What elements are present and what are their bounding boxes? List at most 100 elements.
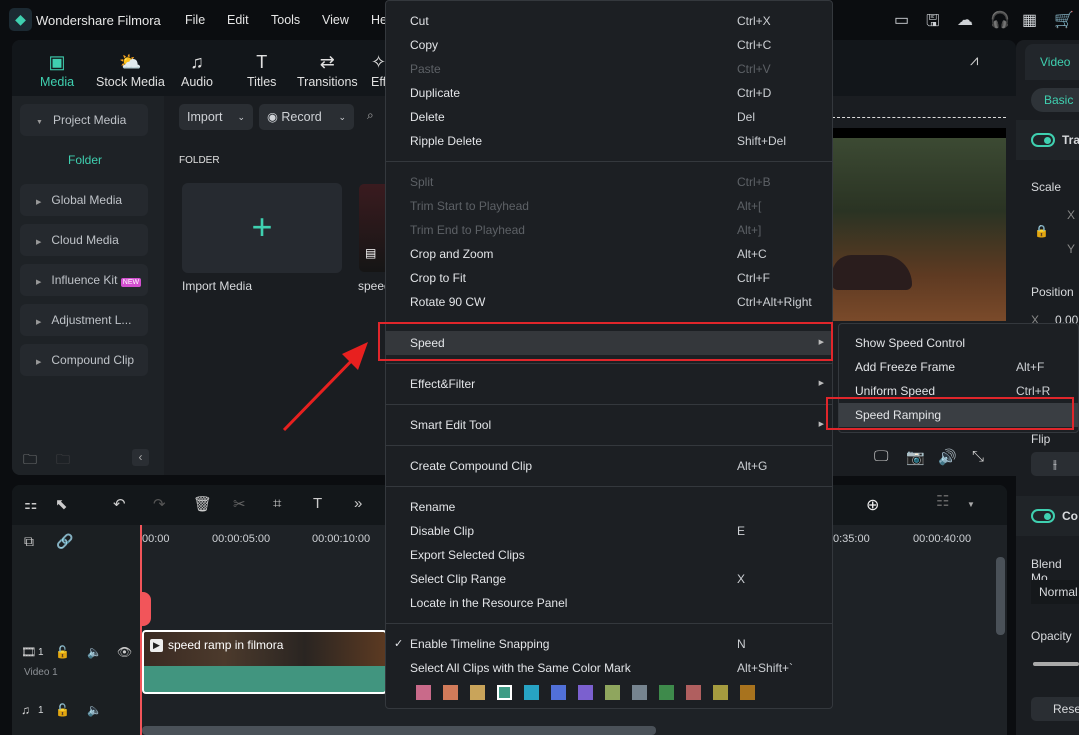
color-mark-swatch[interactable] bbox=[416, 684, 431, 700]
menu-item-crop-to-fit[interactable]: Crop to Fit Ctrl+F bbox=[386, 266, 832, 290]
color-mark-swatch[interactable] bbox=[443, 684, 458, 700]
search-icon[interactable]: ⌕ bbox=[367, 108, 374, 123]
tab-audio[interactable]: ♫ Audio bbox=[181, 52, 213, 89]
menu-item-cut[interactable]: Cut Ctrl+X bbox=[386, 9, 832, 33]
menu-item-ripple-delete[interactable]: Ripple Delete Shift+Del bbox=[386, 129, 832, 153]
mute-icon[interactable]: 🔈 bbox=[87, 703, 102, 717]
color-mark-swatch[interactable] bbox=[740, 684, 755, 700]
lock-track-icon[interactable]: 🔓 bbox=[55, 703, 70, 717]
sidebar-item-influence-kit[interactable]: ▶ Influence Kit NEW bbox=[20, 264, 148, 296]
folder-icon[interactable]: 🗀 bbox=[56, 449, 70, 473]
delete-icon[interactable]: 🗑 bbox=[193, 495, 212, 513]
tab-video[interactable]: Video bbox=[1025, 44, 1079, 80]
crop-icon[interactable]: ⌗ bbox=[273, 495, 281, 512]
save-icon[interactable]: 🖫 bbox=[926, 10, 940, 37]
snapshot-icon[interactable]: 📷 bbox=[906, 448, 925, 466]
playhead[interactable] bbox=[140, 525, 142, 735]
menu-item-delete[interactable]: Delete Del bbox=[386, 105, 832, 129]
more-tools-icon[interactable]: » bbox=[354, 495, 362, 512]
lock-icon[interactable]: 🔒 bbox=[1034, 224, 1049, 238]
timeline-clip[interactable]: ▶ speed ramp in filmora bbox=[142, 630, 387, 694]
display-icon[interactable]: 🖵 bbox=[874, 448, 888, 465]
menu-item-split[interactable]: Split Ctrl+B bbox=[386, 170, 832, 194]
waveform-icon[interactable]: ⩘ bbox=[970, 52, 978, 69]
menu-item-select-all-clips-with-the-same-color-mark[interactable]: Select All Clips with the Same Color Mar… bbox=[386, 656, 832, 680]
layout-icon[interactable]: ▭ bbox=[894, 10, 909, 30]
color-mark-swatch[interactable] bbox=[578, 684, 593, 700]
tab-effects[interactable]: ✧ Eff bbox=[371, 52, 386, 89]
audio-meter-icon[interactable]: ☷ bbox=[936, 492, 949, 510]
scissors-icon[interactable]: ✂ bbox=[233, 495, 246, 513]
menu-item-copy[interactable]: Copy Ctrl+C bbox=[386, 33, 832, 57]
eye-icon[interactable]: 👁 bbox=[117, 645, 132, 659]
color-mark-swatch[interactable] bbox=[686, 684, 701, 700]
dropdown-icon[interactable]: ▼ bbox=[967, 500, 975, 509]
tab-stock-media[interactable]: ⛅ Stock Media bbox=[96, 52, 165, 89]
compositing-toggle[interactable] bbox=[1031, 509, 1055, 523]
collapse-sidebar-button[interactable]: ‹ bbox=[132, 449, 149, 466]
new-folder-icon[interactable]: 🗀 bbox=[23, 449, 37, 473]
tab-titles[interactable]: T Titles bbox=[247, 52, 276, 89]
opacity-slider[interactable] bbox=[1033, 662, 1079, 666]
sidebar-item-global-media[interactable]: ▶ Global Media bbox=[20, 184, 148, 216]
tab-basic[interactable]: Basic bbox=[1031, 88, 1079, 112]
menu-item-create-compound-clip[interactable]: Create Compound Clip Alt+G bbox=[386, 454, 832, 478]
link-icon[interactable]: 🔗 bbox=[56, 533, 73, 550]
tab-media[interactable]: ▣ Media bbox=[40, 52, 74, 89]
menu-item-effect-filter[interactable]: Effect&Filter ▶ bbox=[386, 372, 832, 396]
timeline-vertical-scrollbar[interactable] bbox=[996, 557, 1005, 635]
sidebar-item-cloud-media[interactable]: ▶ Cloud Media bbox=[20, 224, 148, 256]
menu-item-crop-and-zoom[interactable]: Crop and Zoom Alt+C bbox=[386, 242, 832, 266]
record-button[interactable]: ◉ Record ⌄ bbox=[259, 104, 354, 130]
menu-item-rotate-90-cw[interactable]: Rotate 90 CW Ctrl+Alt+Right bbox=[386, 290, 832, 314]
playhead-marker[interactable] bbox=[140, 592, 151, 626]
select-tool-icon[interactable]: ⬉ bbox=[55, 495, 68, 513]
transform-toggle[interactable] bbox=[1031, 133, 1055, 147]
layout-grid-icon[interactable]: ⚏ bbox=[24, 495, 37, 513]
redo-icon[interactable]: ↷ bbox=[153, 495, 166, 513]
menu-item-rename[interactable]: Rename bbox=[386, 495, 832, 519]
headset-icon[interactable]: 🎧 bbox=[990, 10, 1010, 30]
flip-horizontal-button[interactable]: ⫲ bbox=[1031, 452, 1079, 476]
color-mark-swatch[interactable] bbox=[524, 684, 539, 700]
tab-transitions[interactable]: ⇄ Transitions bbox=[297, 52, 358, 89]
color-mark-swatch[interactable] bbox=[713, 684, 728, 700]
cloud-upload-icon[interactable]: ☁ bbox=[957, 10, 973, 30]
color-mark-swatch[interactable] bbox=[659, 684, 674, 700]
menu-item-paste[interactable]: Paste Ctrl+V bbox=[386, 57, 832, 81]
color-mark-swatch[interactable] bbox=[632, 684, 647, 700]
add-track-icon[interactable]: ⧉ bbox=[24, 533, 34, 550]
cart-icon[interactable]: 🛒 bbox=[1054, 10, 1074, 30]
lock-track-icon[interactable]: 🔓 bbox=[55, 645, 70, 659]
menu-item-smart-edit-tool[interactable]: Smart Edit Tool ▶ bbox=[386, 413, 832, 437]
sidebar-item-compound-clip[interactable]: ▶ Compound Clip bbox=[20, 344, 148, 376]
menu-item-select-clip-range[interactable]: Select Clip Range X bbox=[386, 567, 832, 591]
menu-item-add-freeze-frame[interactable]: Add Freeze Frame Alt+F bbox=[839, 355, 1078, 379]
menu-item-trim-start-to-playhead[interactable]: Trim Start to Playhead Alt+[ bbox=[386, 194, 832, 218]
sidebar-item-adjustment-layer[interactable]: ▶ Adjustment L... bbox=[20, 304, 148, 336]
menu-item-disable-clip[interactable]: Disable Clip E bbox=[386, 519, 832, 543]
fullscreen-icon[interactable]: ⤡ bbox=[972, 448, 984, 465]
menu-item-duplicate[interactable]: Duplicate Ctrl+D bbox=[386, 81, 832, 105]
import-button[interactable]: Import ⌄ bbox=[179, 104, 253, 130]
color-mark-swatch[interactable] bbox=[605, 684, 620, 700]
apps-grid-icon[interactable]: ▦ bbox=[1022, 10, 1037, 30]
menu-view[interactable]: View bbox=[322, 13, 349, 27]
text-tool-icon[interactable]: T bbox=[313, 495, 322, 512]
sidebar-item-folder[interactable]: Folder bbox=[68, 153, 102, 167]
volume-icon[interactable]: 🔊 bbox=[938, 448, 957, 466]
menu-item-trim-end-to-playhead[interactable]: Trim End to Playhead Alt+] bbox=[386, 218, 832, 242]
menu-edit[interactable]: Edit bbox=[227, 13, 249, 27]
import-media-tile[interactable]: + bbox=[182, 183, 342, 273]
zoom-in-icon[interactable]: ⊕ bbox=[866, 495, 879, 515]
timeline-scrollbar[interactable] bbox=[142, 726, 656, 735]
reset-button[interactable]: Reset bbox=[1031, 697, 1079, 721]
menu-item-show-speed-control[interactable]: Show Speed Control bbox=[839, 331, 1078, 355]
menu-item-enable-timeline-snapping[interactable]: ✓ Enable Timeline Snapping N bbox=[386, 632, 832, 656]
menu-tools[interactable]: Tools bbox=[271, 13, 300, 27]
menu-item-locate-in-the-resource-panel[interactable]: Locate in the Resource Panel bbox=[386, 591, 832, 615]
blend-mode-select[interactable]: Normal bbox=[1031, 580, 1079, 604]
menu-item-export-selected-clips[interactable]: Export Selected Clips bbox=[386, 543, 832, 567]
clip-thumbnail[interactable]: ▤ bbox=[359, 184, 385, 272]
color-mark-swatch[interactable] bbox=[470, 684, 485, 700]
